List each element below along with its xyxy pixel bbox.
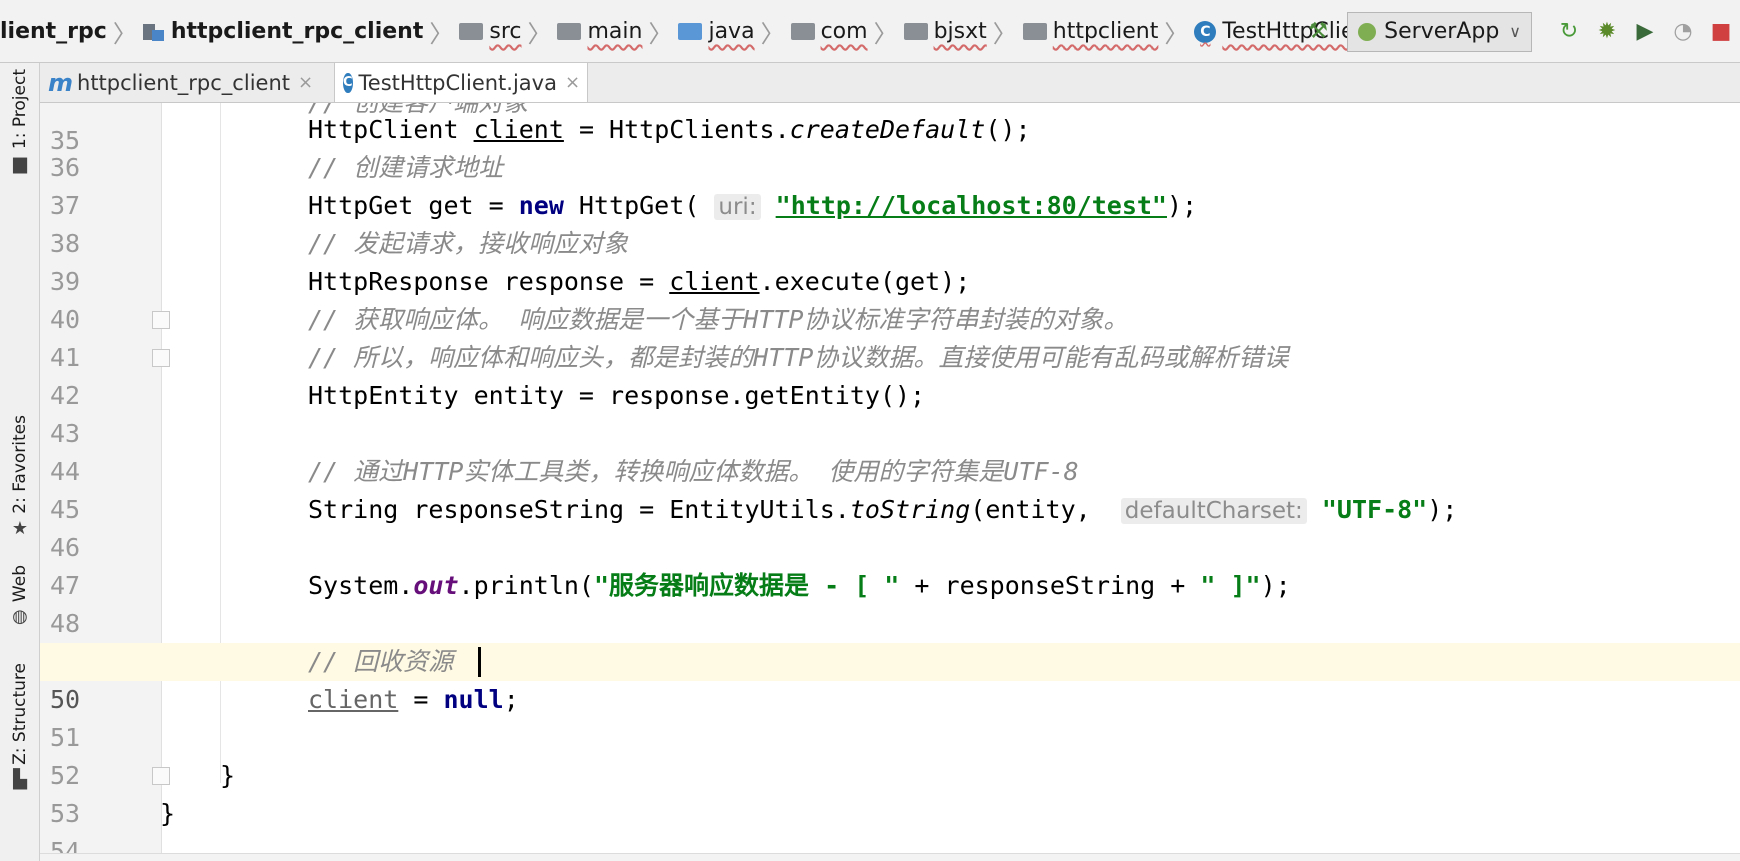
fold-marker-icon[interactable] [152, 767, 170, 785]
source-folder-icon [678, 23, 703, 40]
parameter-hint: defaultCharset: [1120, 498, 1307, 524]
tab-httpclient-rpc-client[interactable]: m httpclient_rpc_client × [40, 63, 330, 102]
breadcrumb: lient_rpc 〉 httpclient_rpc_client 〉 src … [0, 0, 1377, 63]
folder-icon: ▆ [13, 153, 27, 175]
breadcrumb-item-bjsxt[interactable]: bjsxt [903, 19, 987, 44]
breadcrumb-separator: 〉 [992, 20, 1017, 48]
breadcrumb-separator: 〉 [527, 20, 552, 48]
run-config-selector[interactable]: ServerApp ∨ [1347, 11, 1532, 52]
editor-tab-bar: m httpclient_rpc_client × C TestHttpClie… [40, 63, 1740, 103]
left-tool-strip: 1: Project ▆ 2: Favorites ★ Web ◍ Z: Str… [0, 63, 40, 861]
globe-icon: ◍ [12, 606, 28, 628]
code-line[interactable]: 42 // 所以，响应体和响应头，都是封装的HTTP协议数据。直接使用可能有乱码… [40, 339, 1740, 410]
folder-icon [459, 23, 484, 40]
code-line[interactable]: 38 HttpGet get = new HttpGet( uri: "http… [40, 187, 1740, 258]
maven-module-icon: m [48, 68, 74, 97]
coverage-icon[interactable]: ▶ [1626, 13, 1664, 51]
breadcrumb-separator: 〉 [1164, 20, 1189, 48]
class-icon: C [343, 72, 353, 93]
code-line[interactable]: 48 System.out.println("服务器响应数据是 - [ " + … [40, 567, 1740, 638]
code-line[interactable]: 46 String responseString = EntityUtils.t… [40, 491, 1740, 562]
code-line[interactable]: 52 [40, 719, 1740, 790]
star-icon: ★ [11, 517, 29, 539]
project-tool-tab[interactable]: 1: Project ▆ [3, 69, 37, 174]
breadcrumb-item-module[interactable]: httpclient_rpc_client [142, 19, 423, 44]
folder-icon [557, 23, 582, 40]
hammer-icon[interactable]: ⚒ [1299, 13, 1337, 51]
breadcrumb-item-com[interactable]: com [790, 19, 868, 44]
breadcrumb-separator: 〉 [873, 20, 898, 48]
code-line[interactable]: 36 HttpClient client = HttpClients.creat… [40, 111, 1740, 182]
module-icon [142, 22, 165, 42]
tab-testhttpclient-java[interactable]: C TestHttpClient.java × [334, 63, 588, 102]
breadcrumb-item-project[interactable]: lient_rpc [0, 19, 107, 44]
code-line[interactable]: 40 HttpResponse response = client.execut… [40, 263, 1740, 334]
breadcrumb-item-main[interactable]: main [557, 19, 642, 44]
code-line[interactable]: 41 // 获取响应体。 响应数据是一个基于HTTP协议标准字符串封装的对象。 [40, 301, 1740, 372]
class-icon: C [1194, 20, 1217, 43]
code-line[interactable]: 51 client = null; [40, 681, 1740, 752]
rerun-icon[interactable]: ↻ [1550, 13, 1588, 51]
code-line[interactable]: 37 // 创建请求地址 [40, 149, 1740, 220]
code-line[interactable]: 43 HttpEntity entity = response.getEntit… [40, 377, 1740, 448]
current-code-line[interactable]: 50 // 回收资源 [40, 643, 1740, 714]
breadcrumb-item-java[interactable]: java [678, 19, 755, 44]
code-line[interactable]: 39 // 发起请求，接收响应对象 [40, 225, 1740, 296]
structure-tool-tab[interactable]: Z: Structure ▙ [3, 663, 37, 790]
structure-icon: ▙ [13, 768, 27, 790]
text-caret [478, 647, 481, 677]
breadcrumb-separator: 〉 [648, 20, 673, 48]
code-line[interactable]: 47 [40, 529, 1740, 600]
code-line[interactable]: 53 } [40, 757, 1740, 828]
chevron-down-icon: ∨ [1509, 22, 1521, 41]
close-icon[interactable]: × [565, 72, 580, 93]
code-line[interactable]: 54 } [40, 795, 1740, 861]
breadcrumb-item-src[interactable]: src [459, 19, 521, 44]
package-icon [903, 23, 928, 40]
debug-icon[interactable]: ✹ [1588, 13, 1626, 51]
code-line[interactable]: 44 [40, 415, 1740, 486]
package-icon [790, 23, 815, 40]
breadcrumb-separator: 〉 [429, 20, 454, 48]
run-config-label: ServerApp [1384, 19, 1500, 44]
parameter-hint: uri: [714, 194, 761, 220]
web-tool-tab[interactable]: Web ◍ [3, 565, 37, 627]
breadcrumb-separator: 〉 [112, 20, 137, 48]
stop-icon[interactable]: ■ [1702, 13, 1740, 51]
profile-icon[interactable]: ◔ [1664, 13, 1702, 51]
breadcrumb-separator: 〉 [760, 20, 785, 48]
fold-marker-icon[interactable] [152, 311, 170, 329]
code-line[interactable]: 45 // 通过HTTP实体工具类，转换响应体数据。 使用的字符集是UTF-8 [40, 453, 1740, 524]
editor-footer [40, 853, 1740, 861]
favorites-tool-tab[interactable]: 2: Favorites ★ [3, 415, 37, 539]
toolbar: ⚒ ServerApp ∨ ↻ ✹ ▶ ◔ ■ [1299, 0, 1740, 63]
run-config-icon [1358, 22, 1377, 41]
package-icon [1022, 23, 1047, 40]
code-line[interactable]: 49 [40, 605, 1740, 676]
fold-marker-icon[interactable] [152, 349, 170, 367]
code-editor[interactable]: 35 // 创建客户端对象 36 HttpClient client = Htt… [40, 103, 1740, 861]
navigation-bar: lient_rpc 〉 httpclient_rpc_client 〉 src … [0, 0, 1740, 63]
close-icon[interactable]: × [298, 72, 313, 93]
breadcrumb-item-httpclient[interactable]: httpclient [1022, 19, 1158, 44]
